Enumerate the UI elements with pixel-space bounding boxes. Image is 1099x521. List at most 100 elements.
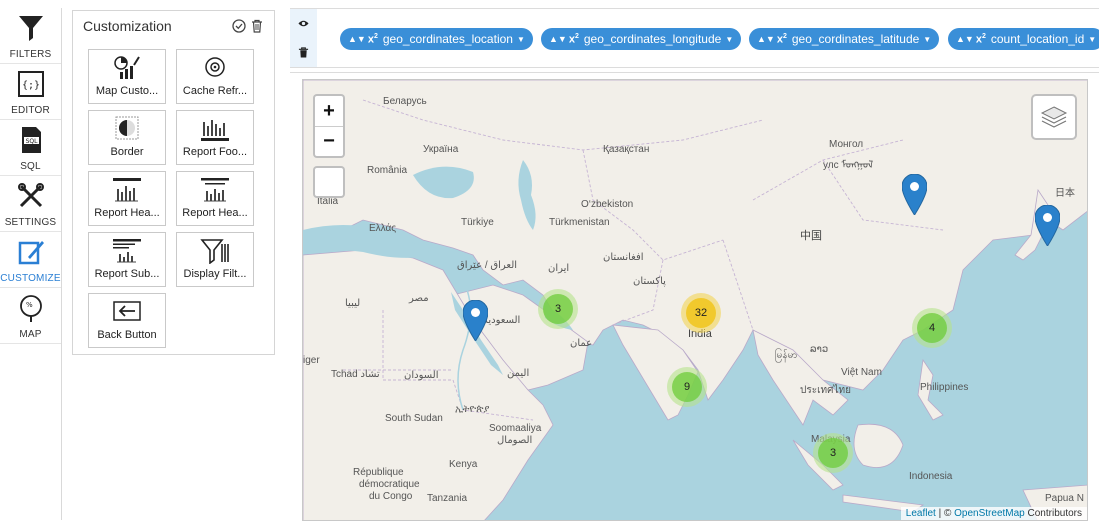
attribution-separator: | © [935,508,955,519]
tile-report-footer[interactable]: Report Foo... [176,110,254,165]
rail-label: SETTINGS [4,217,57,228]
map-label-somalia: Soomaaliya [489,423,542,434]
eye-icon[interactable] [298,18,309,29]
marker-cluster[interactable]: 3 [813,433,853,473]
map-label-laos: ລາວ [810,344,829,355]
map-label-iran: ایران [548,263,570,274]
openstreetmap-link[interactable]: OpenStreetMap [954,508,1025,519]
report-subheader-icon [113,239,141,263]
code-braces-icon: {;} [17,71,44,97]
map-icon: % [19,295,42,322]
marker-cluster[interactable]: 32 [681,293,721,333]
sort-arrows-icon: ▲▼ [549,34,567,44]
tile-back-button[interactable]: Back Button [88,293,166,348]
check-circle-icon[interactable] [232,19,246,33]
map-label-oman: عمان [570,338,593,349]
tile-cache-refresh[interactable]: Cache Refr... [176,49,254,104]
panel-title: Customization [83,18,172,34]
customization-tiles: Map Custo... Cache Refr... Border Report… [88,49,254,348]
leaflet-link[interactable]: Leaflet [906,508,936,519]
tile-report-header[interactable]: Report Hea... [88,171,166,226]
formula-icon: x2 [975,32,986,46]
map-label-belarus: Беларусь [383,96,427,107]
map-label-yemen: اليمن [507,368,530,379]
rail-item-settings[interactable]: SETTINGS [0,176,61,232]
zoom-control: + − [313,94,345,158]
left-rail: FILTERS {;} EDITOR SQL SQL SETTINGS CUST… [0,8,62,520]
map-label-mongolia-script: улс ᠮᠣᠩᠭᠣᠯ [823,160,874,171]
tile-report-header-alt[interactable]: Report Hea... [176,171,254,226]
tile-border[interactable]: Border [88,110,166,165]
tools-icon [17,183,44,208]
map-marker[interactable] [463,300,488,341]
chip-label: geo_cordinates_latitude [791,32,920,46]
map-label-tanzania: Tanzania [427,493,468,504]
map-extra-control-button[interactable] [313,166,345,198]
map-marker[interactable] [1035,205,1060,246]
rail-label: CUSTOMIZE [0,273,61,284]
chip-geo-latitude[interactable]: ▲▼ x2 geo_cordinates_latitude ▼ [749,28,940,50]
field-chip-bar: ▲▼ x2 geo_cordinates_location ▼ ▲▼ x2 ge… [290,8,1099,68]
map-label-turkiye: Türkiye [461,217,494,228]
caret-down-icon: ▼ [923,34,932,44]
back-button-icon [113,301,141,321]
sort-arrows-icon: ▲▼ [757,34,775,44]
trash-icon[interactable] [298,47,309,58]
report-footer-icon [201,120,229,141]
svg-text:SQL: SQL [25,138,38,145]
map-label-romania: România [367,165,408,176]
chip-count-location-id[interactable]: ▲▼ x2 count_location_id ▼ [948,28,1099,50]
formula-icon: x2 [367,32,378,46]
rail-item-filters[interactable]: FILTERS [0,8,61,64]
map-label-thailand: ประเทศไทย [800,385,851,396]
layers-control-button[interactable] [1031,94,1077,140]
map-label-ethiopia: ኢትዮጵያ [455,404,490,415]
tile-label: Back Button [97,329,157,341]
chip-geo-location[interactable]: ▲▼ x2 geo_cordinates_location ▼ [340,28,533,50]
map-label-sudan: السودان [404,370,439,381]
svg-text:%: % [26,301,33,309]
marker-cluster[interactable]: 9 [667,367,707,407]
leaflet-map[interactable]: Беларусь Україна Қазақстан Монгол улс ᠮᠣ… [302,79,1088,521]
report-header-alt-icon [201,178,229,202]
map-label-drc-1: République [353,467,404,478]
map-label-vietnam: Việt Nam [841,367,882,378]
customize-edit-icon [18,241,44,265]
map-label-somalia-ar: الصومال [497,435,533,446]
tile-label: Map Custo... [95,85,159,97]
map-label-kenya: Kenya [449,459,478,470]
marker-cluster[interactable]: 3 [538,289,578,329]
report-header-icon [113,178,141,202]
rail-label: FILTERS [9,49,52,60]
tile-display-filter[interactable]: Display Filt... [176,232,254,287]
formula-icon: x2 [776,32,787,46]
rail-item-sql[interactable]: SQL SQL [0,120,61,176]
chip-geo-longitude[interactable]: ▲▼ x2 geo_cordinates_longitude ▼ [541,28,742,50]
map-label-indonesia: Indonesia [909,471,953,482]
sort-arrows-icon: ▲▼ [956,34,974,44]
tile-map-customization[interactable]: Map Custo... [88,49,166,104]
marker-cluster[interactable]: 4 [912,308,952,348]
map-marker[interactable] [902,174,927,215]
map-customization-icon [114,56,140,79]
caret-down-icon: ▼ [725,34,734,44]
zoom-in-button[interactable]: + [315,96,343,126]
zoom-out-button[interactable]: − [315,126,343,156]
map-label-japan: 日本 [1055,188,1075,199]
customization-panel: Customization Map Custo... Cache Refr...… [72,10,275,355]
rail-item-map[interactable]: % MAP [0,288,61,344]
map-label-greece: Ελλάς [369,223,397,234]
tile-label: Report Sub... [94,268,160,280]
map-label-drc-3: du Congo [369,491,413,502]
map-label-egypt: مصر [409,293,429,304]
tile-report-subheader[interactable]: Report Sub... [88,232,166,287]
cluster-count: 3 [818,438,848,468]
rail-label: MAP [19,329,42,340]
rail-item-customize[interactable]: CUSTOMIZE [0,232,61,288]
rail-item-editor[interactable]: {;} EDITOR [0,64,61,120]
formula-icon: x2 [568,32,579,46]
trash-icon[interactable] [250,19,264,33]
map-label-drc-2: démocratique [359,479,420,490]
chip-label: count_location_id [990,32,1085,46]
map-label-china: 中国 [800,230,822,242]
